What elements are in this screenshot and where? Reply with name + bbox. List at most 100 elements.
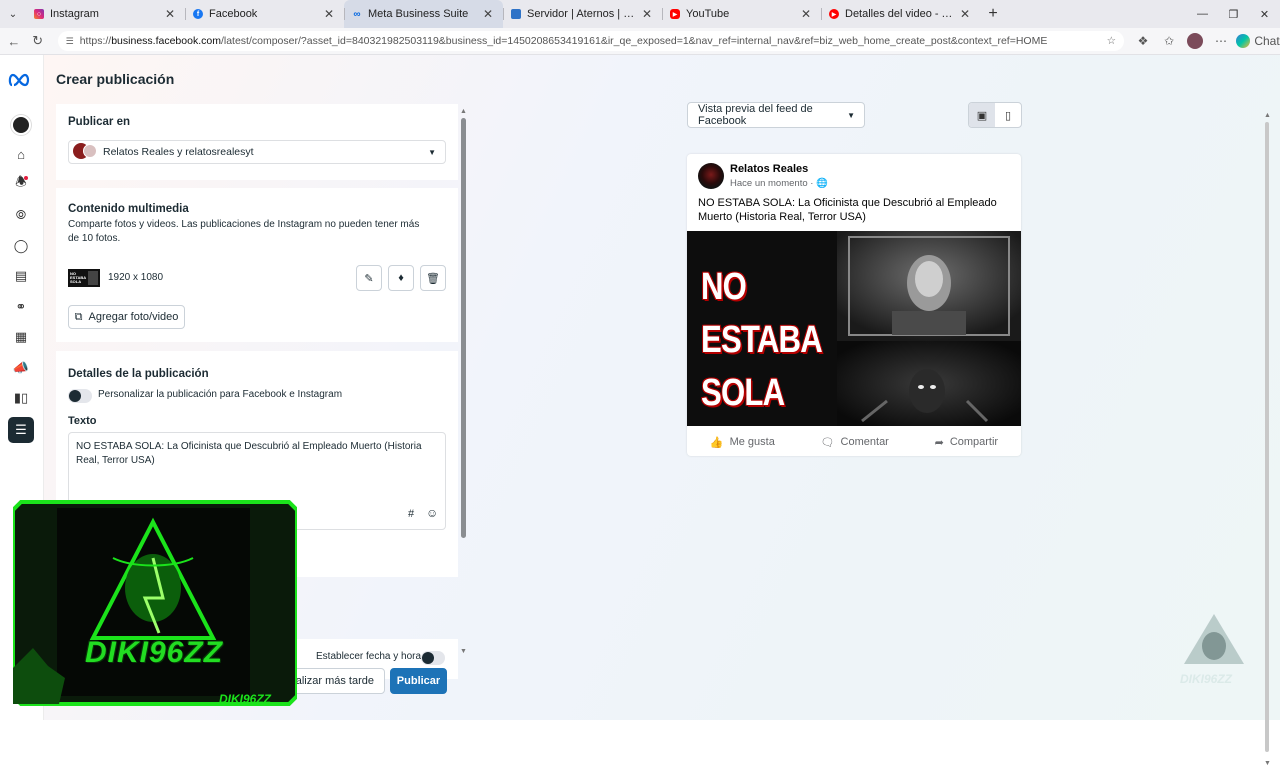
scroll-down-icon[interactable]: ▼: [1264, 760, 1271, 767]
close-icon[interactable]: ✕: [322, 7, 336, 21]
scroll-down-icon[interactable]: ▼: [460, 648, 467, 655]
site-info-icon[interactable]: ☰: [66, 36, 74, 47]
scrollbar-thumb[interactable]: [461, 118, 466, 538]
channel-watermark: DIKI96ZZ: [1178, 612, 1250, 688]
tab-instagram[interactable]: ○ Instagram ✕: [26, 0, 185, 28]
tab-title: Instagram: [50, 8, 99, 20]
thumbs-up-icon: 👍: [709, 436, 724, 449]
hashtag-icon[interactable]: #: [408, 508, 414, 520]
finish-later-button[interactable]: inalizar más tarde: [283, 668, 385, 694]
url-path: /latest/composer/?asset_id=8403219825031…: [220, 35, 1048, 47]
meta-icon: ∞: [353, 8, 361, 20]
schedule-toggle[interactable]: [421, 651, 445, 665]
close-icon[interactable]: ✕: [163, 7, 177, 21]
publish-button[interactable]: Publicar: [390, 668, 447, 694]
tab-search-chevron-icon[interactable]: ⌄: [0, 0, 26, 28]
comment-action[interactable]: 🗨 Comentar: [821, 436, 889, 449]
media-thumbnail[interactable]: NO ESTABA SOLA: [68, 269, 100, 287]
text-label: Texto: [68, 415, 97, 427]
page-scrollbar[interactable]: ▲ ▼: [1262, 110, 1272, 775]
favorite-star-icon[interactable]: ☆: [1107, 35, 1116, 47]
media-dimensions: 1920 x 1080: [108, 272, 164, 283]
meta-logo-icon[interactable]: [8, 71, 36, 89]
publish-in-section: Publicar en Relatos Reales y relatosreal…: [56, 104, 458, 180]
page-name: Relatos Reales: [730, 163, 809, 175]
page-avatar: [698, 163, 724, 189]
account-avatars-icon: [73, 143, 99, 161]
streamer-logo-overlay: DIKI96ZZ DIKI96ZZ: [11, 498, 299, 708]
tab-meta-business-suite[interactable]: ∞ Meta Business Suite ✕: [344, 0, 503, 28]
close-icon[interactable]: ✕: [958, 7, 972, 21]
publish-label: Publicar: [396, 675, 441, 687]
neon-frame-icon: [11, 500, 299, 706]
copilot-chat-button[interactable]: Chat: [1236, 34, 1280, 48]
content-icon[interactable]: ▤: [10, 265, 32, 287]
add-photo-video-button[interactable]: ⧉ Agregar foto/video: [68, 305, 185, 329]
customize-toggle[interactable]: [68, 389, 92, 403]
minimize-icon[interactable]: —: [1187, 8, 1218, 21]
planner-grid-icon[interactable]: ▦: [10, 326, 32, 348]
all-tools-menu-icon[interactable]: ☰: [8, 417, 34, 443]
youtube-icon: ▶: [670, 9, 680, 19]
home-icon[interactable]: ⌂: [10, 143, 32, 165]
close-window-icon[interactable]: ✕: [1249, 8, 1280, 21]
desktop-preview-icon[interactable]: ▣: [969, 103, 995, 127]
address-bar-row: ← ↻ ☰ https://business.facebook.com/late…: [0, 28, 1280, 55]
megaphone-icon[interactable]: 📣: [10, 357, 32, 379]
scroll-up-icon[interactable]: ▲: [1264, 112, 1271, 119]
emoji-icon[interactable]: ☺: [426, 506, 438, 520]
account-selector[interactable]: Relatos Reales y relatosrealesyt ▼: [68, 140, 446, 164]
caret-down-icon: ▼: [847, 110, 855, 120]
scroll-up-icon[interactable]: ▲: [460, 108, 467, 115]
like-action[interactable]: 👍 Me gusta: [710, 436, 775, 449]
compass-icon[interactable]: ⦾: [10, 204, 32, 226]
trash-icon[interactable]: 🗑: [420, 265, 446, 291]
post-body-text: NO ESTABA SOLA: La Oficinista que Descub…: [698, 197, 997, 223]
tab-facebook[interactable]: f Facebook ✕: [185, 0, 344, 28]
profile-avatar[interactable]: [1187, 33, 1204, 49]
ads-icon[interactable]: ⚭: [10, 296, 32, 318]
youtube-studio-icon: ▶: [829, 9, 839, 19]
more-menu-icon[interactable]: ⋯: [1208, 34, 1234, 48]
close-icon[interactable]: ✕: [481, 7, 495, 21]
extensions-icon[interactable]: ❖: [1130, 34, 1156, 48]
back-arrow-icon[interactable]: ←: [2, 34, 26, 49]
tab-title: Servidor | Aternos | Servidor de Mi: [527, 8, 640, 20]
url-field[interactable]: ☰ https://business.facebook.com/latest/c…: [57, 31, 1125, 51]
edit-pencil-icon[interactable]: ✎: [356, 265, 382, 291]
details-title: Detalles de la publicación: [68, 368, 209, 380]
publish-in-label: Publicar en: [68, 116, 130, 128]
composer-scrollbar[interactable]: ▲ ▼: [459, 108, 467, 658]
inbox-chat-icon[interactable]: ◯: [10, 235, 32, 257]
insights-chart-icon[interactable]: ▮▯: [10, 387, 32, 409]
restore-icon[interactable]: ❐: [1218, 8, 1249, 21]
post-actions-bar: 👍 Me gusta 🗨 Comentar ➦ Compartir: [687, 431, 1021, 453]
tab-aternos[interactable]: Servidor | Aternos | Servidor de Mi ✕: [503, 0, 662, 28]
media-section: Contenido multimedia Comparte fotos y vi…: [56, 188, 458, 342]
share-action[interactable]: ➦ Compartir: [935, 436, 999, 449]
close-icon[interactable]: ✕: [799, 7, 813, 21]
url-host: business.facebook.com: [111, 35, 221, 47]
share-label: Compartir: [949, 436, 999, 448]
reload-icon[interactable]: ↻: [26, 33, 50, 49]
post-time-text: Hace un momento ·: [730, 178, 814, 189]
media-title: Contenido multimedia: [68, 203, 189, 215]
copilot-icon: [1236, 34, 1251, 48]
account-avatar[interactable]: [11, 115, 31, 135]
notifications-icon[interactable]: 🕭: [10, 173, 32, 195]
close-icon[interactable]: ✕: [640, 7, 654, 21]
tab-title: Facebook: [209, 8, 258, 20]
mobile-preview-icon[interactable]: ▯: [995, 103, 1021, 127]
favorites-icon[interactable]: ✩: [1156, 34, 1182, 48]
preview-mode-dropdown[interactable]: Vista previa del feed de Facebook ▼: [687, 102, 865, 128]
overlay-brand-small: DIKI96ZZ: [219, 692, 272, 706]
customize-label: Personalizar la publicación para Faceboo…: [98, 389, 343, 400]
page-scrollbar-thumb[interactable]: [1265, 122, 1269, 752]
new-tab-button[interactable]: +: [980, 5, 1006, 23]
finish-later-label: inalizar más tarde: [287, 675, 374, 687]
post-timestamp: Hace un momento · 🌐: [730, 178, 828, 189]
thumbnail-line-3: SOLA: [701, 372, 785, 414]
tab-youtube-studio[interactable]: ▶ Detalles del video - YouTube Studio ✕: [821, 0, 980, 28]
tab-youtube[interactable]: ▶ YouTube ✕: [662, 0, 821, 28]
tag-icon[interactable]: ♦: [388, 265, 414, 291]
